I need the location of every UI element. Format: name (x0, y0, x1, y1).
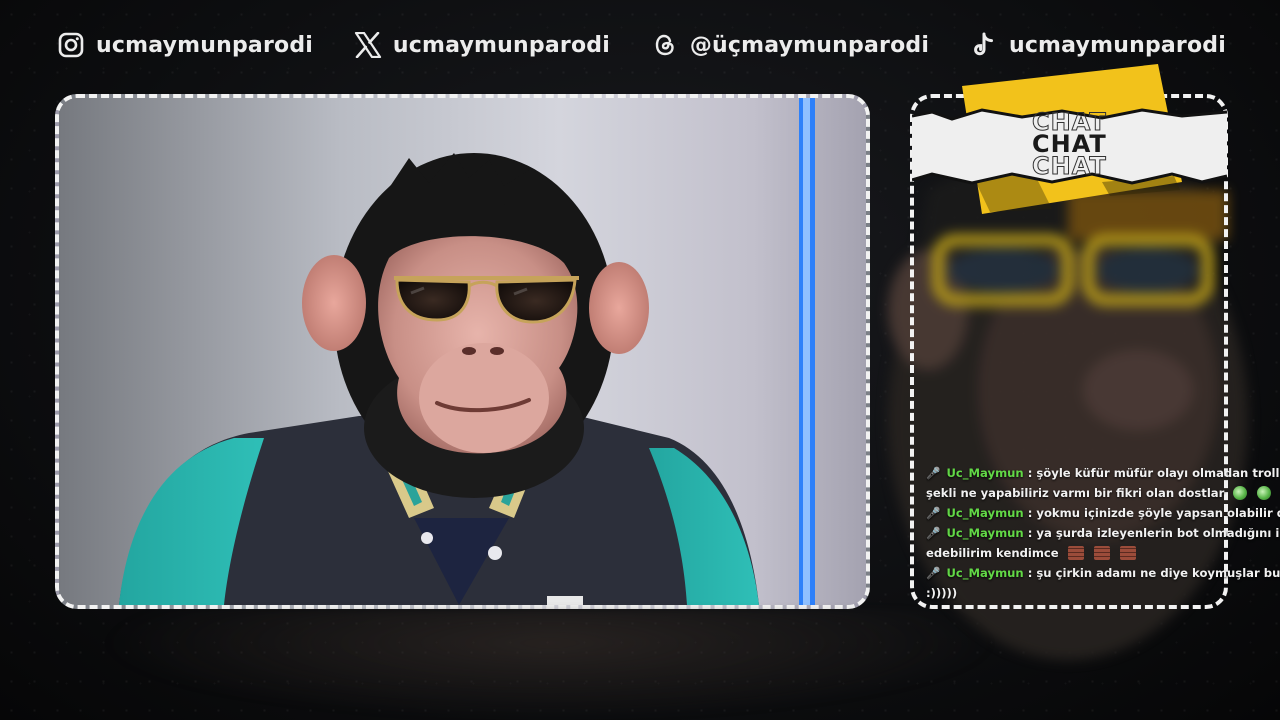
social-links-bar: ucmaymunparodi ucmaymunparodi @üçmaymunp… (56, 24, 1226, 66)
microphone-icon: 🎤 (926, 526, 941, 540)
chat-message-text: ya şurda izleyenlerin bot olmadığını isp… (1036, 526, 1280, 540)
microphone-icon: 🎤 (926, 566, 941, 580)
instagram-icon (56, 30, 86, 60)
green-blob-emote-icon (1257, 486, 1272, 500)
microphone-icon: 🎤 (926, 466, 941, 480)
social-link-tiktok[interactable]: ucmaymunparodi (969, 30, 1226, 60)
chat-message-text: yokmu içinizde şöyle yapsan olabilir diy… (1036, 506, 1280, 520)
social-link-threads[interactable]: @üçmaymunparodi (650, 30, 929, 60)
monkey-character-video (59, 98, 866, 605)
chat-message-text: edebilirim kendimce (926, 546, 1059, 560)
social-link-x[interactable]: ucmaymunparodi (353, 30, 610, 60)
green-blob-emote-icon (1233, 486, 1248, 500)
chat-message: 🎤 Uc_Maymun : şöyle küfür müfür olayı olm… (926, 463, 1280, 503)
chat-message: 🎤 Uc_Maymun : yokmu içinizde şöyle yapsan… (926, 503, 1280, 523)
chat-username[interactable]: Uc_Maymun (946, 506, 1023, 520)
chat-message: 🎤 Uc_Maymun : şu çirkin adamı ne diye koy… (926, 563, 1280, 603)
chat-username[interactable]: Uc_Maymun (946, 466, 1023, 480)
social-link-instagram[interactable]: ucmaymunparodi (56, 30, 313, 60)
chat-message-text: şöyle küfür müfür olayı olmadan trolleri… (1036, 466, 1280, 480)
chat-message-list: 🎤 Uc_Maymun : şöyle küfür müfür olayı olm… (926, 463, 1280, 603)
brick-emote-icon (1119, 546, 1136, 560)
chat-header-word-bottom: CHAT (1032, 152, 1107, 181)
bottom-background-fur (100, 610, 1000, 720)
threads-handle: @üçmaymunparodi (689, 32, 930, 58)
microphone-icon: 🎤 (926, 506, 941, 520)
brick-emote-icon (1067, 546, 1084, 560)
x-handle: ucmaymunparodi (392, 32, 610, 58)
threads-icon (650, 30, 680, 60)
chat-username[interactable]: Uc_Maymun (946, 566, 1023, 580)
chat-message-text: :))))) (926, 586, 958, 600)
instagram-handle: ucmaymunparodi (96, 32, 314, 58)
chat-message-text: şu çirkin adamı ne diye koymuşlar buraya… (1036, 566, 1280, 580)
brick-emote-icon (1093, 546, 1110, 560)
chat-header-banner: CHAT CHAT CHAT (911, 64, 1232, 224)
tiktok-handle: ucmaymunparodi (1008, 32, 1226, 58)
x-logo-icon (353, 30, 383, 60)
tiktok-icon (969, 30, 999, 60)
stream-video-frame[interactable] (55, 94, 870, 609)
chat-message-text: şekli ne yapabiliriz varmı bir fikri ola… (926, 486, 1225, 500)
chat-message: 🎤 Uc_Maymun : ya şurda izleyenlerin bot o… (926, 523, 1280, 563)
chat-username[interactable]: Uc_Maymun (946, 526, 1023, 540)
